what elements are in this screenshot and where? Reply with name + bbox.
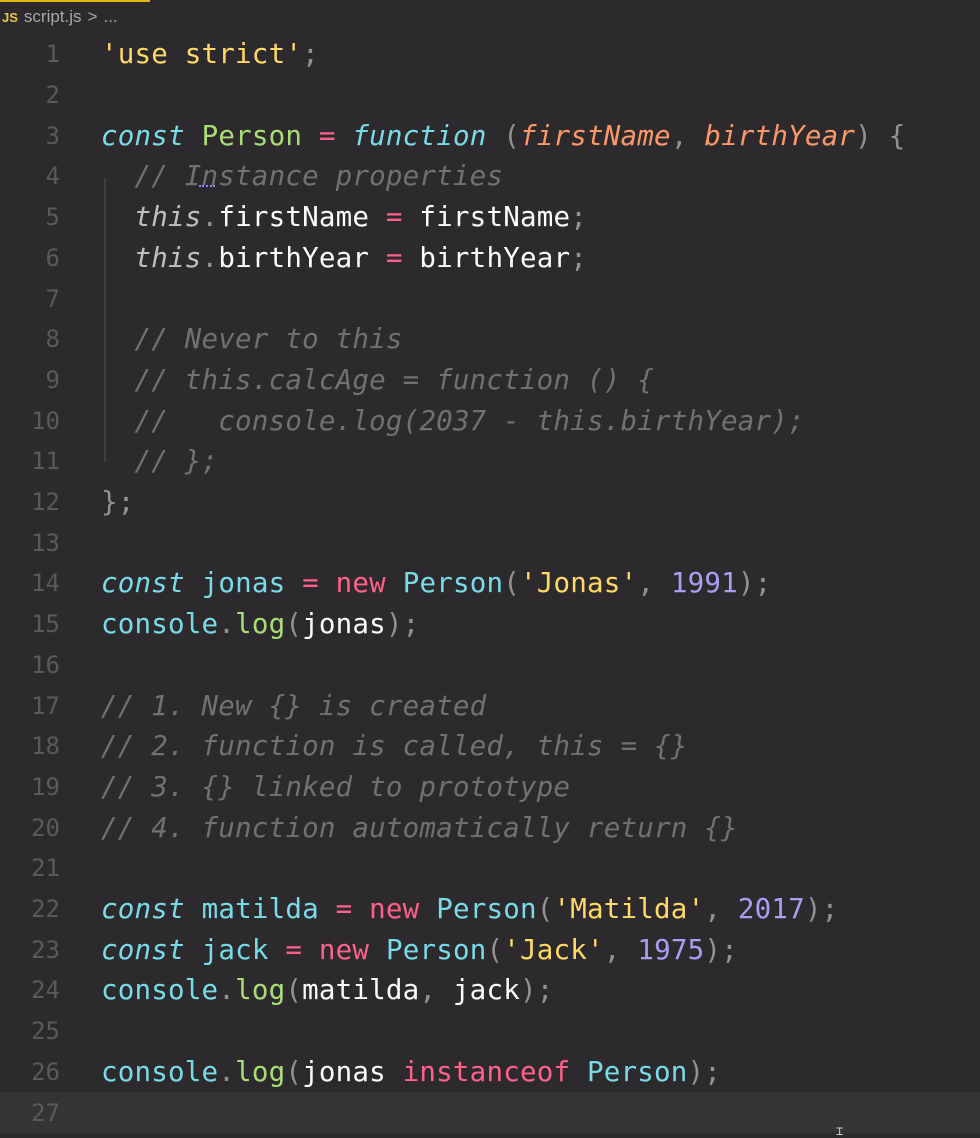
code-line[interactable]: 18 // 2. function is called, this = {} xyxy=(0,726,980,767)
code-line[interactable]: 13 xyxy=(0,522,980,563)
code-line[interactable]: 9 // this.calcAge = function () { xyxy=(0,360,980,401)
code-line[interactable]: 6 this.birthYear = birthYear; xyxy=(0,238,980,279)
code-text: const jack = new Person('Jack', 1975); xyxy=(101,933,738,966)
line-number: 17 xyxy=(31,691,60,720)
code-text: // Instance properties xyxy=(134,160,504,193)
line-number: 15 xyxy=(31,610,60,639)
line-number: 3 xyxy=(45,121,60,150)
code-line[interactable]: 14 const jonas = new Person('Jonas', 199… xyxy=(0,563,980,604)
breadcrumb-ellipsis[interactable]: ... xyxy=(103,7,117,27)
line-number: 5 xyxy=(45,203,60,232)
code-text: // Never to this xyxy=(134,323,403,356)
code-line[interactable]: 11 // }; xyxy=(0,441,980,482)
active-tab-indicator xyxy=(0,0,150,2)
line-number: 25 xyxy=(31,1017,60,1046)
code-line[interactable]: 10 // console.log(2037 - this.birthYear)… xyxy=(0,400,980,441)
code-line[interactable]: 2 xyxy=(0,75,980,116)
line-number: 26 xyxy=(31,1057,60,1086)
code-line[interactable]: 5 this.firstName = firstName; xyxy=(0,197,980,238)
code-line[interactable]: 19 // 3. {} linked to prototype xyxy=(0,767,980,808)
line-number: 19 xyxy=(31,772,60,801)
code-text: // console.log(2037 - this.birthYear); xyxy=(134,404,805,437)
line-number: 6 xyxy=(45,243,60,272)
code-text: this.firstName = firstName; xyxy=(134,201,587,234)
code-line[interactable]: 21 xyxy=(0,848,980,889)
code-line[interactable]: 7 xyxy=(0,278,980,319)
mouse-cursor-icon: ⌶ xyxy=(836,1124,844,1138)
code-text: // 2. function is called, this = {} xyxy=(101,730,688,763)
code-line-current[interactable]: 27 xyxy=(0,1092,980,1133)
line-number: 24 xyxy=(31,976,60,1005)
code-text: // 4. function automatically return {} xyxy=(101,811,738,844)
code-text: console.log(matilda, jack); xyxy=(101,974,554,1007)
line-number: 2 xyxy=(45,81,60,110)
code-text: const matilda = new Person('Matilda', 20… xyxy=(101,893,839,926)
code-line[interactable]: 25 xyxy=(0,1011,980,1052)
line-number: 13 xyxy=(31,528,60,557)
line-number: 11 xyxy=(31,447,60,476)
code-text: const Person = function (firstName, birt… xyxy=(101,119,906,152)
code-text: const jonas = new Person('Jonas', 1991); xyxy=(101,567,772,600)
line-number: 8 xyxy=(45,325,60,354)
code-line[interactable]: 26 console.log(jonas instanceof Person); xyxy=(0,1052,980,1093)
line-number: 27 xyxy=(31,1098,60,1127)
code-text: // this.calcAge = function () { xyxy=(134,363,654,396)
code-line[interactable]: 22 const matilda = new Person('Matilda',… xyxy=(0,889,980,930)
code-line[interactable]: 23 const jack = new Person('Jack', 1975)… xyxy=(0,929,980,970)
line-number: 22 xyxy=(31,895,60,924)
line-number: 18 xyxy=(31,732,60,761)
line-number: 16 xyxy=(31,650,60,679)
breadcrumb-file-name[interactable]: script.js xyxy=(24,7,82,27)
line-number: 21 xyxy=(31,854,60,883)
code-line[interactable]: 15 console.log(jonas); xyxy=(0,604,980,645)
code-line[interactable]: 24 console.log(matilda, jack); xyxy=(0,970,980,1011)
chevron-right-icon: > xyxy=(87,7,98,26)
line-number: 7 xyxy=(45,284,60,313)
breadcrumb: JS script.js > ... xyxy=(0,0,980,34)
code-line[interactable]: 4 // Instance properties xyxy=(0,156,980,197)
code-editor[interactable]: 1 'use strict'; 2 3 const Person = funct… xyxy=(0,34,980,1134)
code-line[interactable]: 16 xyxy=(0,645,980,686)
code-line[interactable]: 3 const Person = function (firstName, bi… xyxy=(0,115,980,156)
line-number: 1 xyxy=(45,40,60,69)
code-text: }; xyxy=(101,486,135,519)
line-number: 23 xyxy=(31,935,60,964)
code-line[interactable]: 8 // Never to this xyxy=(0,319,980,360)
code-text: 'use strict'; xyxy=(101,38,319,71)
code-text: this.birthYear = birthYear; xyxy=(134,241,587,274)
line-number: 14 xyxy=(31,569,60,598)
line-number: 4 xyxy=(45,162,60,191)
code-line[interactable]: 20 // 4. function automatically return {… xyxy=(0,807,980,848)
code-text: console.log(jonas instanceof Person); xyxy=(101,1055,722,1088)
code-text: // 1. New {} is created xyxy=(101,689,487,722)
line-number: 9 xyxy=(45,365,60,394)
code-line[interactable]: 1 'use strict'; xyxy=(0,34,980,75)
line-number: 10 xyxy=(31,406,60,435)
line-number: 20 xyxy=(31,813,60,842)
code-text: // }; xyxy=(134,445,219,478)
code-line[interactable]: 17 // 1. New {} is created xyxy=(0,685,980,726)
code-text: // 3. {} linked to prototype xyxy=(101,770,571,803)
line-number: 12 xyxy=(31,488,60,517)
javascript-file-icon: JS xyxy=(2,9,18,25)
code-text: console.log(jonas); xyxy=(101,608,420,641)
code-line[interactable]: 12 }; xyxy=(0,482,980,523)
